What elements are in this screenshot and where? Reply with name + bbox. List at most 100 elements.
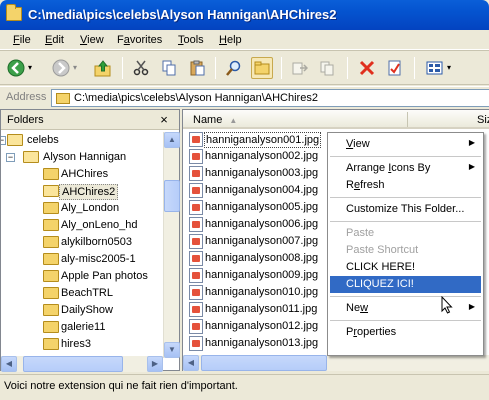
delete-icon[interactable] bbox=[356, 57, 378, 79]
menu-file[interactable]: File bbox=[13, 34, 31, 46]
menu-separator bbox=[330, 320, 481, 321]
column-header-size[interactable]: Siz bbox=[477, 114, 489, 126]
back-icon[interactable] bbox=[5, 57, 27, 79]
jpeg-file-icon bbox=[189, 217, 203, 232]
properties-icon[interactable] bbox=[384, 57, 406, 79]
scroll-thumb[interactable] bbox=[23, 356, 123, 372]
tree-item-label: Alyson Hannigan bbox=[43, 151, 127, 163]
context-menu-item-label: Paste bbox=[346, 227, 375, 239]
tree-item-label: Apple Pan photos bbox=[61, 270, 148, 282]
context-menu-item[interactable]: New ▶ bbox=[330, 300, 481, 317]
paste-icon[interactable] bbox=[186, 57, 208, 79]
context-menu-item[interactable]: View ▶ bbox=[330, 136, 481, 153]
context-menu-item[interactable]: Arrange Icons By ▶ bbox=[330, 160, 481, 177]
up-folder-icon[interactable] bbox=[92, 57, 114, 79]
collapse-icon[interactable]: − bbox=[1, 136, 6, 145]
file-list-hscrollbar[interactable]: ◀ bbox=[183, 355, 489, 371]
menu-help[interactable]: Help bbox=[219, 34, 242, 46]
copy-to-icon[interactable] bbox=[317, 57, 339, 79]
tree-item-label: AHChires2 bbox=[59, 184, 119, 200]
file-name: hanniganalyson009.jpg bbox=[205, 269, 319, 281]
views-icon[interactable] bbox=[424, 57, 446, 79]
tree-item[interactable]: aly-misc2005-1 bbox=[1, 251, 163, 268]
scroll-thumb[interactable] bbox=[201, 355, 327, 371]
context-menu-item-label: Properties bbox=[346, 326, 397, 338]
scroll-left-icon[interactable]: ◀ bbox=[1, 356, 17, 372]
tree-item-label: galerie11 bbox=[61, 321, 106, 333]
scroll-up-icon[interactable]: ▲ bbox=[164, 132, 180, 148]
views-dropdown-icon[interactable]: ▾ bbox=[444, 57, 454, 79]
tree-item[interactable]: BeachTRL bbox=[1, 285, 163, 302]
menu-separator bbox=[330, 156, 481, 157]
context-menu-item-label: Refresh bbox=[346, 179, 385, 191]
back-dropdown-icon[interactable]: ▾ bbox=[25, 57, 35, 79]
context-menu-item[interactable]: Customize This Folder... bbox=[330, 201, 481, 218]
tree-item[interactable]: alykilborn0503 bbox=[1, 234, 163, 251]
folder-tree-vscrollbar[interactable]: ▲ ▼ bbox=[163, 132, 180, 358]
folders-pane-title: Folders bbox=[7, 114, 44, 126]
tree-item[interactable]: galerie11 bbox=[1, 319, 163, 336]
file-name: hanniganalyson005.jpg bbox=[205, 201, 319, 213]
column-header-bar: Name ▲ Siz bbox=[183, 110, 489, 129]
folder-icon bbox=[43, 270, 59, 282]
context-menu-item[interactable]: CLICK HERE! bbox=[330, 259, 481, 276]
menu-view[interactable]: View bbox=[80, 34, 104, 46]
address-input[interactable]: C:\media\pics\celebs\Alyson Hannigan\AHC… bbox=[51, 89, 489, 107]
close-icon[interactable]: × bbox=[157, 112, 171, 127]
move-to-icon[interactable] bbox=[289, 57, 311, 79]
copy-icon[interactable] bbox=[158, 57, 180, 79]
cut-icon[interactable] bbox=[130, 57, 152, 79]
folder-icon bbox=[43, 168, 59, 180]
context-menu-item[interactable]: Paste Shortcut bbox=[330, 242, 481, 259]
search-icon[interactable] bbox=[223, 57, 245, 79]
tree-item[interactable]: AHChires2 bbox=[1, 183, 163, 200]
menu-edit[interactable]: Edit bbox=[45, 34, 64, 46]
context-menu-item[interactable]: Properties bbox=[330, 324, 481, 341]
tree-item-label: celebs bbox=[27, 134, 59, 146]
context-menu-item-label: Customize This Folder... bbox=[346, 203, 465, 215]
jpeg-file-icon bbox=[189, 149, 203, 164]
jpeg-file-icon bbox=[189, 251, 203, 266]
tree-item[interactable]: AHChires bbox=[1, 166, 163, 183]
menu-favorites[interactable]: Favorites bbox=[117, 34, 162, 46]
jpeg-file-icon bbox=[189, 166, 203, 181]
forward-icon[interactable] bbox=[50, 57, 72, 79]
folders-pane: Folders × − celebs − Alyson Hannigan AHChire… bbox=[0, 109, 180, 372]
tree-item[interactable]: Aly_London bbox=[1, 200, 163, 217]
tree-item[interactable]: DailyShow bbox=[1, 302, 163, 319]
folder-tree-hscrollbar[interactable]: ◀ ▶ bbox=[1, 356, 163, 372]
folders-icon[interactable] bbox=[251, 57, 273, 79]
folders-pane-header: Folders × bbox=[1, 110, 179, 130]
context-menu-item-label: CLICK HERE! bbox=[346, 261, 416, 273]
collapse-icon[interactable]: − bbox=[6, 153, 15, 162]
folder-icon bbox=[43, 253, 59, 265]
menu-separator bbox=[330, 296, 481, 297]
jpeg-file-icon bbox=[189, 336, 203, 351]
tree-item[interactable]: Apple Pan photos bbox=[1, 268, 163, 285]
context-menu-item[interactable]: Refresh bbox=[330, 177, 481, 194]
scroll-thumb[interactable] bbox=[164, 180, 180, 212]
folder-icon bbox=[23, 151, 39, 163]
menu-tools[interactable]: Tools bbox=[178, 34, 204, 46]
scroll-left-icon[interactable]: ◀ bbox=[183, 355, 199, 371]
menu-bar: File Edit View Favorites Tools Help bbox=[0, 30, 489, 50]
context-menu-item-label: Paste Shortcut bbox=[346, 244, 419, 256]
title-bar[interactable]: C:\media\pics\celebs\Alyson Hannigan\AHC… bbox=[0, 0, 489, 30]
context-menu-item[interactable]: Paste bbox=[330, 225, 481, 242]
tree-item[interactable]: − celebs bbox=[1, 132, 163, 149]
context-menu-item-label: New bbox=[346, 302, 369, 314]
tree-item[interactable]: hires3 bbox=[1, 336, 163, 353]
scroll-down-icon[interactable]: ▼ bbox=[164, 342, 180, 358]
file-name: hanniganalyson006.jpg bbox=[205, 218, 319, 230]
forward-dropdown-icon[interactable]: ▾ bbox=[70, 57, 80, 79]
folder-icon bbox=[6, 4, 22, 21]
status-text: Voici notre extension qui ne fait rien d… bbox=[4, 380, 238, 392]
context-menu-item[interactable]: CLIQUEZ ICI! bbox=[330, 276, 481, 293]
tree-item-label: Aly_London bbox=[61, 202, 120, 214]
column-header-name[interactable]: Name ▲ bbox=[193, 114, 237, 126]
jpeg-file-icon bbox=[189, 234, 203, 249]
scroll-right-icon[interactable]: ▶ bbox=[147, 356, 163, 372]
tree-item[interactable]: Aly_onLeno_hd bbox=[1, 217, 163, 234]
jpeg-file-icon bbox=[189, 319, 203, 334]
tree-item[interactable]: − Alyson Hannigan bbox=[1, 149, 163, 166]
